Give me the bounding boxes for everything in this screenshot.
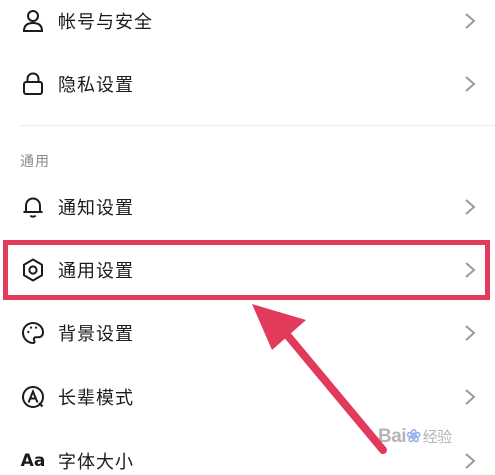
elder-mode-icon bbox=[20, 384, 46, 410]
settings-item-label: 隐私设置 bbox=[58, 75, 134, 96]
section-header-general: 通用 bbox=[20, 154, 50, 170]
section-divider bbox=[20, 125, 495, 126]
chevron-right-icon bbox=[463, 261, 477, 279]
settings-item-label: 帐号与安全 bbox=[58, 12, 153, 33]
settings-screen: 帐号与安全 隐私设置 通用 通知设置 通用设置 背景设置 长辈模式 Aa 字体大… bbox=[0, 0, 495, 475]
person-icon bbox=[20, 8, 46, 34]
chevron-right-icon bbox=[463, 452, 477, 470]
font-size-icon-text: Aa bbox=[20, 451, 46, 471]
palette-icon bbox=[20, 320, 46, 346]
bell-icon bbox=[20, 194, 46, 220]
watermark-suffix: 经验 bbox=[422, 429, 453, 446]
font-size-icon: Aa bbox=[20, 448, 46, 474]
paw-icon: ❀ bbox=[406, 426, 421, 446]
lock-icon bbox=[20, 71, 46, 97]
settings-item-notifications[interactable]: 通知设置 bbox=[0, 177, 495, 237]
chevron-right-icon bbox=[463, 324, 477, 342]
gear-icon bbox=[20, 257, 46, 283]
settings-item-label: 通用设置 bbox=[58, 261, 134, 282]
chevron-right-icon bbox=[463, 75, 477, 93]
chevron-right-icon bbox=[463, 198, 477, 216]
chevron-right-icon bbox=[463, 388, 477, 406]
settings-item-elder-mode[interactable]: 长辈模式 bbox=[0, 367, 495, 427]
settings-item-label: 背景设置 bbox=[58, 324, 134, 345]
settings-item-privacy[interactable]: 隐私设置 bbox=[0, 54, 495, 114]
settings-item-background[interactable]: 背景设置 bbox=[0, 303, 495, 363]
settings-item-label: 长辈模式 bbox=[58, 388, 134, 409]
settings-item-label: 通知设置 bbox=[58, 198, 134, 219]
chevron-right-icon bbox=[463, 12, 477, 30]
settings-item-account-security[interactable]: 帐号与安全 bbox=[0, 0, 495, 51]
settings-item-label: 字体大小 bbox=[58, 452, 134, 473]
settings-item-general[interactable]: 通用设置 bbox=[0, 240, 495, 300]
watermark: Bai❀ 经验 bbox=[378, 426, 452, 448]
watermark-brand: Bai bbox=[378, 426, 407, 447]
